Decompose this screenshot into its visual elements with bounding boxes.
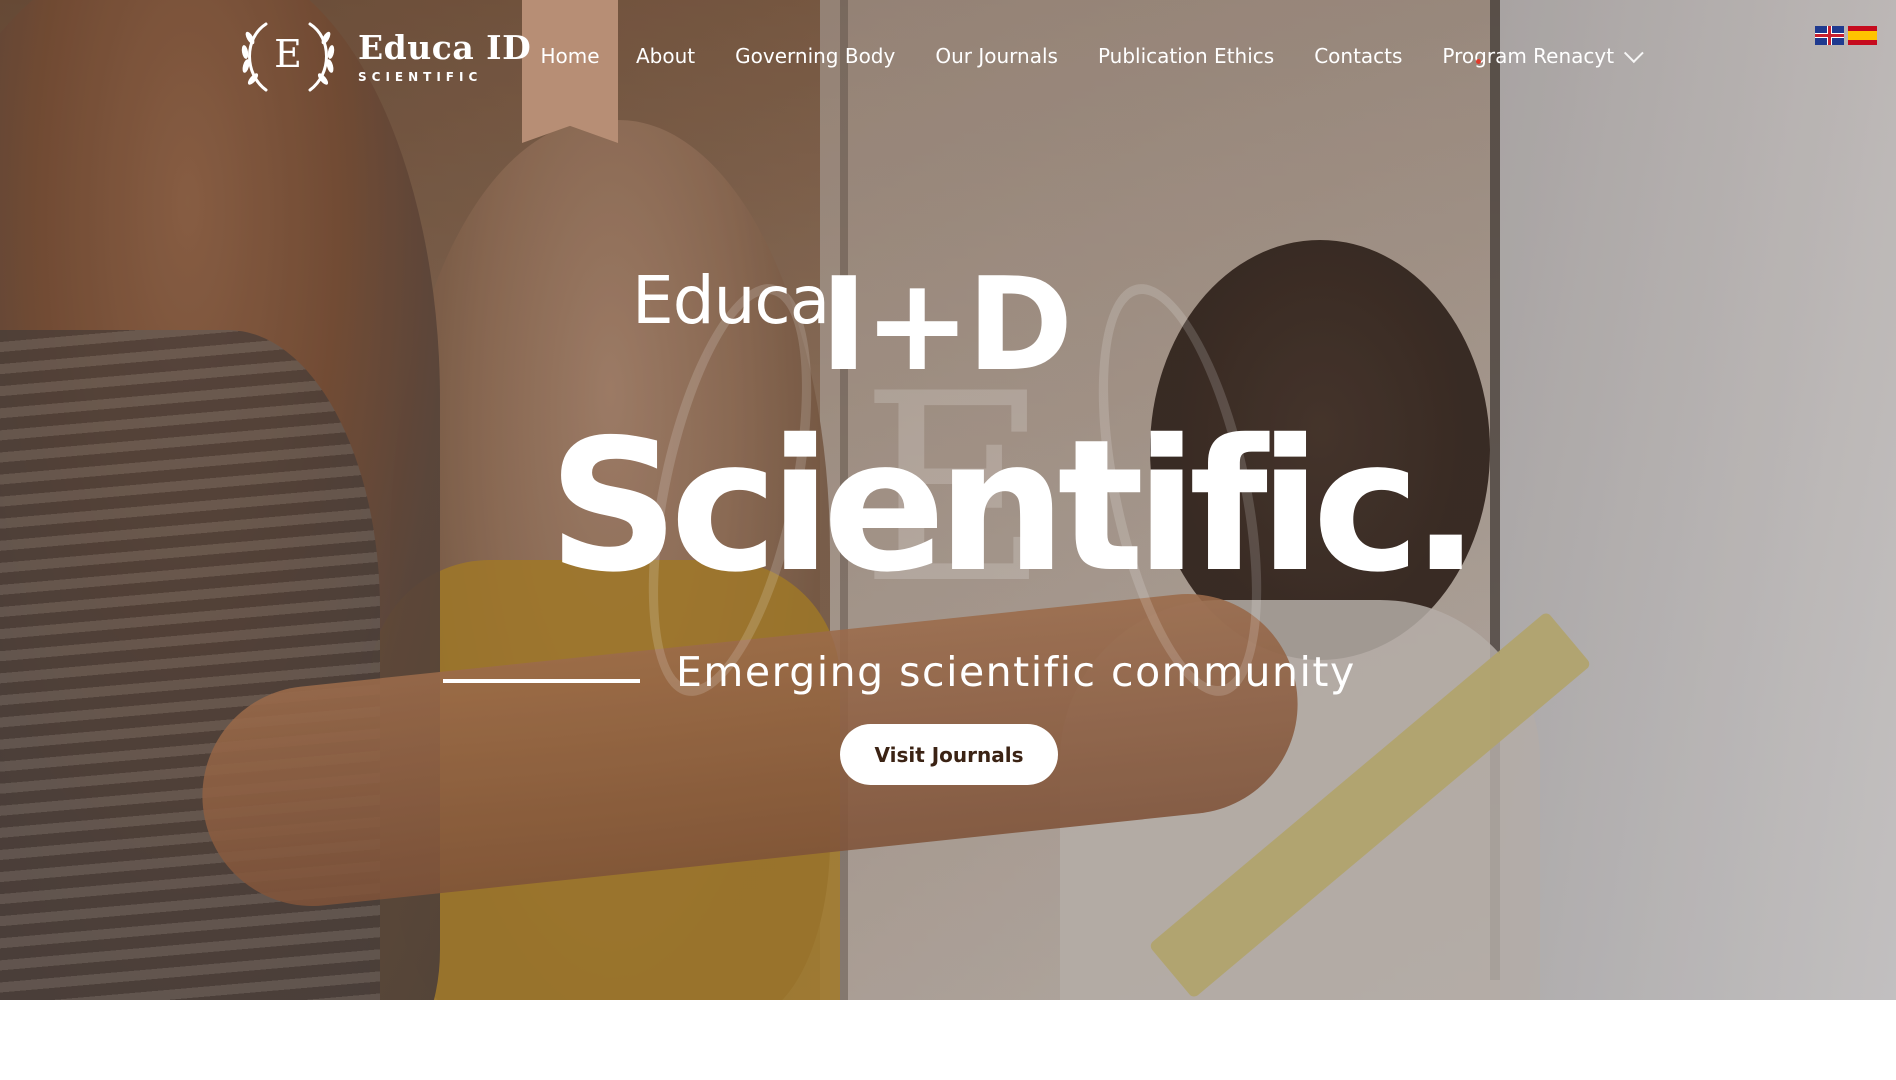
hero-tagline: Emerging scientific community: [676, 648, 1356, 696]
hero-title-id: I+D: [820, 251, 1073, 400]
hero-title-scientific: Scientific.: [548, 400, 1480, 612]
hero-title-educa: Educa: [632, 262, 830, 339]
hero-section: Educa I+D Scientific. Emerging scientifi…: [0, 0, 1896, 1000]
hero-divider-line: [443, 679, 640, 683]
visit-journals-button[interactable]: Visit Journals: [840, 724, 1058, 785]
